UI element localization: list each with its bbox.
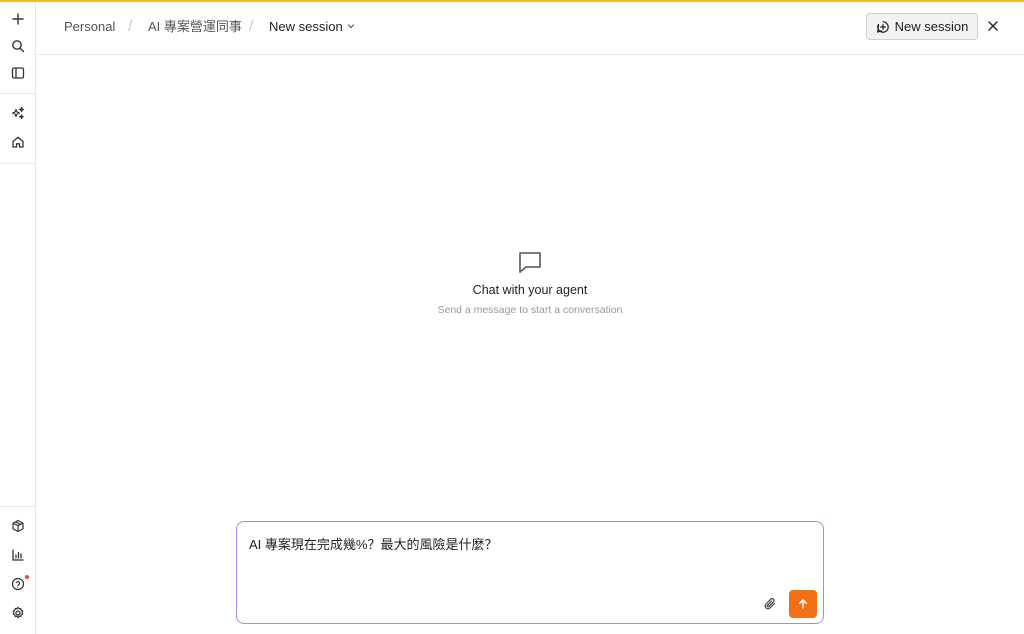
analytics-button[interactable] <box>4 543 32 567</box>
chat-bubble-icon <box>519 252 541 273</box>
close-icon <box>988 21 998 31</box>
send-button[interactable] <box>789 590 817 618</box>
home-button[interactable] <box>4 130 32 154</box>
session-header: Personal / AI 專案營運同事 / New session New s… <box>36 2 1024 55</box>
breadcrumb-session[interactable]: New session <box>269 19 343 35</box>
new-session-button[interactable]: New session <box>866 13 978 40</box>
cube-icon <box>12 519 24 533</box>
breadcrumb-separator: / <box>128 18 133 35</box>
breadcrumb-personal[interactable]: Personal <box>64 19 115 35</box>
message-input[interactable]: AI 專案現在完成幾%？最大的風險是什麼？ <box>249 536 497 554</box>
plus-icon <box>12 13 24 25</box>
breadcrumb-project[interactable]: AI 專案營運同事 <box>148 19 242 35</box>
settings-button[interactable] <box>4 601 32 625</box>
empty-state: Chat with your agent Send a message to s… <box>330 248 730 317</box>
sparkles-icon <box>11 106 25 119</box>
search-icon <box>12 40 25 53</box>
packages-button[interactable] <box>4 514 32 538</box>
attach-button[interactable] <box>761 595 779 613</box>
rail-divider <box>0 163 35 164</box>
message-composer[interactable]: AI 專案現在完成幾%？最大的風險是什麼？ <box>236 521 824 624</box>
close-button[interactable] <box>982 15 1004 37</box>
skills-button[interactable] <box>4 101 32 125</box>
settings-icon <box>12 606 24 619</box>
sidebar-toggle-button[interactable] <box>4 61 32 85</box>
new-session-label: New session <box>894 19 969 34</box>
empty-state-subtitle: Send a message to start a conversation <box>437 304 623 316</box>
help-icon <box>11 577 25 591</box>
search-button[interactable] <box>4 34 32 58</box>
plus-circle-icon <box>876 20 889 33</box>
empty-state-title: Chat with your agent <box>472 283 588 297</box>
arrow-up-icon <box>799 599 807 609</box>
home-icon <box>12 136 24 148</box>
help-button[interactable] <box>4 572 32 596</box>
rail-divider <box>0 506 35 507</box>
bar-chart-icon <box>12 549 24 561</box>
breadcrumb-separator: / <box>249 18 254 35</box>
new-item-button[interactable] <box>4 7 32 31</box>
chevron-down-icon[interactable] <box>346 21 356 31</box>
rail-divider <box>0 93 35 94</box>
icon-rail <box>0 2 36 634</box>
notification-dot <box>25 575 29 579</box>
sidebar-toggle-icon <box>11 67 25 79</box>
paperclip-icon <box>764 598 776 610</box>
